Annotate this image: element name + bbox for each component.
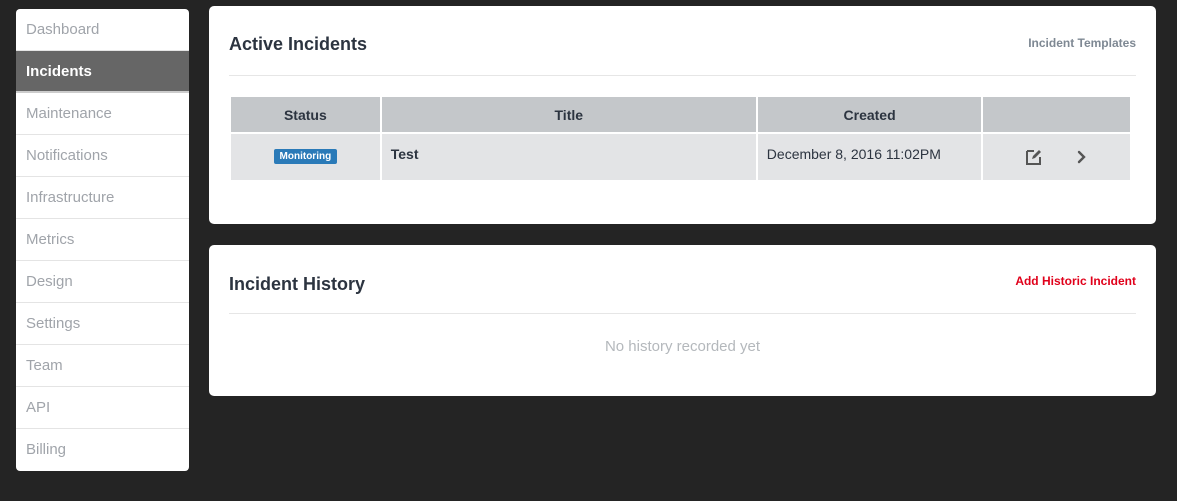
sidebar-item-api[interactable]: API	[16, 387, 189, 429]
table-header-row: Status Title Created	[231, 97, 1130, 134]
incident-templates-link[interactable]: Incident Templates	[1028, 36, 1136, 50]
status-badge: Monitoring	[273, 149, 338, 164]
edit-icon[interactable]	[1025, 148, 1043, 169]
sidebar-item-notifications[interactable]: Notifications	[16, 135, 189, 177]
sidebar-item-billing[interactable]: Billing	[16, 429, 189, 471]
column-header-title: Title	[381, 97, 756, 134]
sidebar-item-team[interactable]: Team	[16, 345, 189, 387]
sidebar-item-infrastructure[interactable]: Infrastructure	[16, 177, 189, 219]
incident-history-header: Incident History Add Historic Incident	[229, 245, 1136, 314]
column-header-status: Status	[231, 97, 380, 134]
column-header-created: Created	[757, 97, 982, 134]
add-historic-incident-link[interactable]: Add Historic Incident	[1015, 274, 1136, 288]
table-row[interactable]: Monitoring Test December 8, 2016 11:02PM	[231, 134, 1130, 180]
column-header-actions	[983, 97, 1130, 134]
active-incidents-header: Active Incidents Incident Templates	[229, 6, 1136, 76]
sidebar-item-settings[interactable]: Settings	[16, 303, 189, 345]
sidebar-item-metrics[interactable]: Metrics	[16, 219, 189, 261]
incident-history-title: Incident History	[229, 274, 366, 294]
incident-actions	[983, 146, 1130, 180]
empty-history-message: No history recorded yet	[604, 338, 761, 355]
active-incidents-title: Active Incidents	[229, 34, 368, 54]
chevron-right-icon[interactable]	[1076, 148, 1088, 169]
sidebar-item-dashboard[interactable]: Dashboard	[16, 9, 189, 51]
sidebar-item-maintenance[interactable]: Maintenance	[16, 93, 189, 135]
incident-actions-cell	[983, 134, 1130, 180]
incident-created: December 8, 2016 11:02PM	[757, 134, 982, 180]
sidebar-nav: Dashboard Incidents Maintenance Notifica…	[16, 9, 189, 471]
incidents-table: Status Title Created Monitoring Test Dec…	[229, 97, 1132, 180]
incident-history-panel: Incident History Add Historic Incident N…	[209, 245, 1156, 396]
incident-title[interactable]: Test	[381, 134, 756, 180]
active-incidents-panel: Active Incidents Incident Templates Stat…	[209, 6, 1156, 224]
sidebar-item-incidents[interactable]: Incidents	[16, 51, 189, 93]
sidebar-item-design[interactable]: Design	[16, 261, 189, 303]
incident-status-cell: Monitoring	[231, 134, 380, 180]
